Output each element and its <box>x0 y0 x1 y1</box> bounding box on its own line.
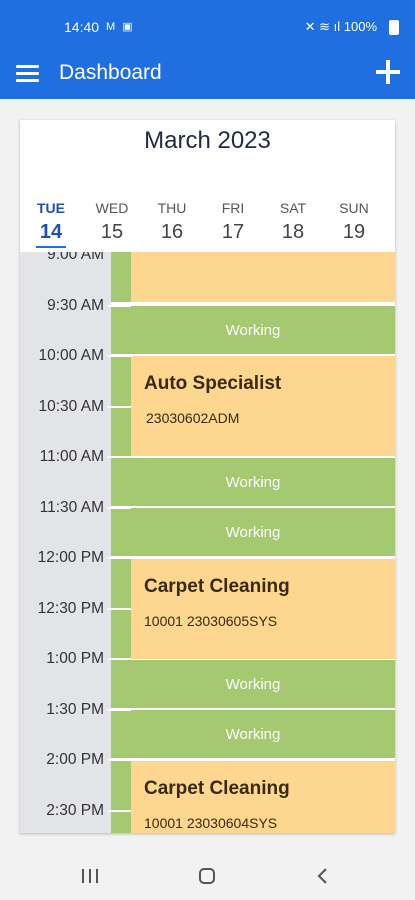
day-name: SAT <box>279 200 307 216</box>
day-name: FRI <box>221 200 245 216</box>
day-fri[interactable]: FRI 17 <box>203 200 263 244</box>
day-number: 18 <box>281 221 305 243</box>
hour-tick <box>108 658 131 660</box>
time-label: 1:00 PM <box>46 650 104 667</box>
working-label: Working <box>225 523 281 541</box>
hour-tick <box>108 810 131 812</box>
time-label: 9:30 AM <box>47 297 104 314</box>
signal-icons: ✕ ≋ ıl <box>304 19 344 34</box>
appointment-auto-specialist[interactable]: Auto Specialist 23030602ADM <box>131 356 395 456</box>
hour-tick <box>108 406 131 408</box>
day-number: 19 <box>342 221 366 243</box>
appointment-title: Auto Specialist <box>144 373 282 394</box>
day-name: THU <box>157 200 187 216</box>
day-number: 14 <box>39 221 63 243</box>
working-slot[interactable]: Working <box>111 660 395 708</box>
hour-tick <box>108 608 131 610</box>
hour-tick <box>108 759 131 761</box>
time-label: 12:00 PM <box>37 549 104 566</box>
app-bar: Dashboard <box>0 42 415 99</box>
status-bar: 14:40 M ▣ ✕ ≋ ıl 100% <box>0 0 415 42</box>
time-label: 11:30 AM <box>39 499 104 516</box>
home-icon[interactable] <box>199 868 215 884</box>
time-label: 2:30 PM <box>46 802 104 819</box>
battery-percent: ✕ ≋ ıl 100% <box>305 19 377 35</box>
timeline[interactable]: Working Auto Specialist 23030602ADM Work… <box>20 252 395 833</box>
time-label: 9:00 AM <box>47 252 104 263</box>
battery-percent-text: 100% <box>343 19 377 34</box>
day-sat[interactable]: SAT 18 <box>263 200 323 244</box>
hour-tick <box>108 709 131 711</box>
appointment-carpet-cleaning[interactable]: Carpet Cleaning 10001 23030604SYS <box>131 761 395 833</box>
working-slot[interactable]: Working <box>111 710 395 758</box>
status-time: 14:40 <box>64 19 100 35</box>
working-strip <box>111 761 131 833</box>
working-slot[interactable]: Working <box>111 458 395 506</box>
battery-icon <box>389 20 399 35</box>
menu-icon[interactable] <box>16 65 39 83</box>
working-label: Working <box>225 725 281 743</box>
time-label: 12:30 PM <box>37 600 104 617</box>
calendar-card: March 2023 TUE 14 WED 15 THU 16 FRI 17 S… <box>20 120 395 833</box>
hour-tick <box>108 507 131 509</box>
notification-icons: M ▣ <box>106 21 135 33</box>
day-number: 17 <box>221 221 245 243</box>
working-slot[interactable]: Working <box>111 508 395 556</box>
recent-apps-icon[interactable] <box>82 869 99 883</box>
add-icon[interactable] <box>376 60 400 84</box>
hour-tick <box>108 355 131 357</box>
hour-tick <box>108 557 131 559</box>
working-strip <box>111 252 131 302</box>
day-sun[interactable]: SUN 19 <box>324 200 384 244</box>
time-label: 1:30 PM <box>46 701 104 718</box>
selected-day-indicator <box>36 246 66 248</box>
time-label: 10:00 AM <box>38 347 105 364</box>
appointment-block-partial[interactable] <box>131 252 395 302</box>
working-label: Working <box>225 321 281 339</box>
day-name: TUE <box>37 200 65 216</box>
day-number: 15 <box>100 221 124 243</box>
time-gutter <box>20 252 111 833</box>
appointment-code: 10001 23030605SYS <box>144 613 278 629</box>
time-label: 10:30 AM <box>38 398 105 415</box>
app-title: Dashboard <box>59 61 162 84</box>
appointment-title: Carpet Cleaning <box>144 778 290 799</box>
month-title: March 2023 <box>144 127 271 154</box>
day-thu[interactable]: THU 16 <box>142 200 202 244</box>
day-name: SUN <box>339 200 369 216</box>
time-label: 11:00 AM <box>39 448 104 465</box>
working-label: Working <box>225 675 281 693</box>
day-number: 16 <box>160 221 184 243</box>
appointment-carpet-cleaning[interactable]: Carpet Cleaning 10001 23030605SYS <box>131 559 395 659</box>
hour-tick <box>108 456 131 458</box>
appointment-title: Carpet Cleaning <box>144 576 290 597</box>
appointment-code: 23030602ADM <box>146 410 240 426</box>
back-icon[interactable] <box>317 868 329 884</box>
day-tue[interactable]: TUE 14 <box>21 200 81 244</box>
time-label: 2:00 PM <box>46 751 104 768</box>
day-wed[interactable]: WED 15 <box>82 200 142 244</box>
appointment-code: 10001 23030604SYS <box>144 815 278 831</box>
working-label: Working <box>225 473 281 491</box>
system-nav-bar <box>0 852 415 900</box>
hour-tick <box>108 305 131 307</box>
working-slot[interactable]: Working <box>111 306 395 354</box>
day-name: WED <box>95 200 129 216</box>
